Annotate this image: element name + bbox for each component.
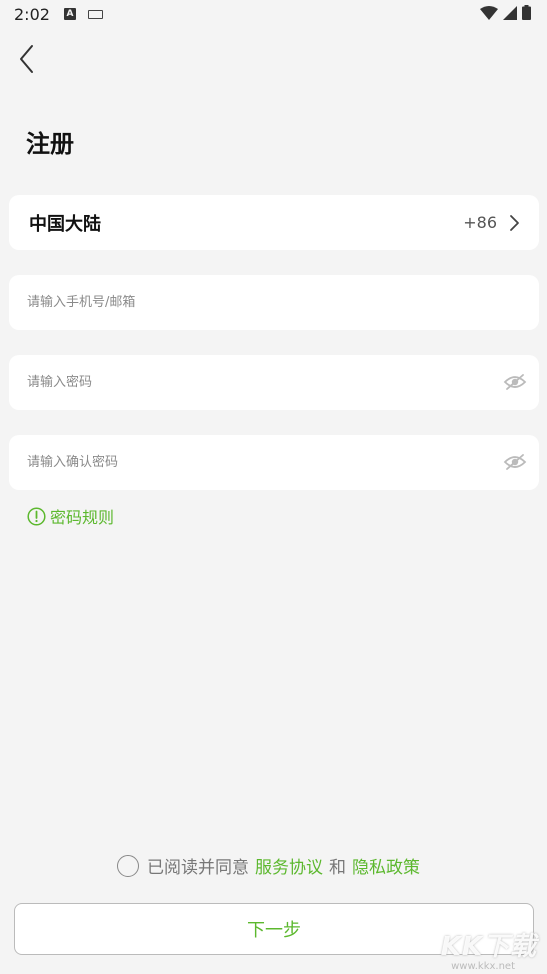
eye-hidden-icon[interactable] [503, 452, 527, 472]
status-notification-icons: A [63, 8, 103, 20]
battery-icon [522, 5, 531, 20]
phone-email-field-card [9, 275, 539, 330]
a-icon: A [63, 8, 76, 20]
password-input[interactable] [27, 355, 497, 410]
privacy-policy-link[interactable]: 隐私政策 [352, 853, 420, 878]
confirm-password-input[interactable] [27, 435, 497, 490]
service-agreement-link[interactable]: 服务协议 [255, 853, 323, 878]
info-circle-icon [27, 506, 46, 526]
status-system-icons [480, 5, 531, 20]
page-title: 注册 [26, 130, 74, 158]
agreement-conjunction: 和 [329, 858, 346, 878]
agreement-checkbox[interactable] [117, 854, 139, 877]
chevron-right-icon [510, 214, 519, 231]
password-field-card [9, 355, 539, 410]
keyboard-icon [87, 9, 103, 19]
chevron-left-icon [20, 45, 33, 73]
region-selector[interactable]: 中国大陆 +86 [9, 195, 539, 250]
eye-hidden-icon[interactable] [503, 372, 527, 392]
country-code: +86 [463, 213, 497, 232]
wifi-icon [480, 5, 498, 20]
next-step-button[interactable]: 下一步 [14, 903, 534, 955]
password-rule-link[interactable]: 密码规则 [27, 504, 114, 528]
region-name: 中国大陆 [29, 213, 101, 235]
phone-email-input[interactable] [27, 275, 497, 330]
agreement-row: 已阅读并同意 服务协议 和 隐私政策 [117, 853, 420, 878]
password-rule-label: 密码规则 [50, 508, 115, 527]
agreement-prefix: 已阅读并同意 [147, 858, 249, 878]
back-button[interactable] [14, 42, 42, 76]
watermark-url: www.kkx.net [451, 961, 515, 972]
status-bar: 2:02 A [0, 0, 547, 28]
signal-icon [503, 5, 517, 20]
status-time: 2:02 [14, 4, 50, 24]
confirm-password-field-card [9, 435, 539, 490]
